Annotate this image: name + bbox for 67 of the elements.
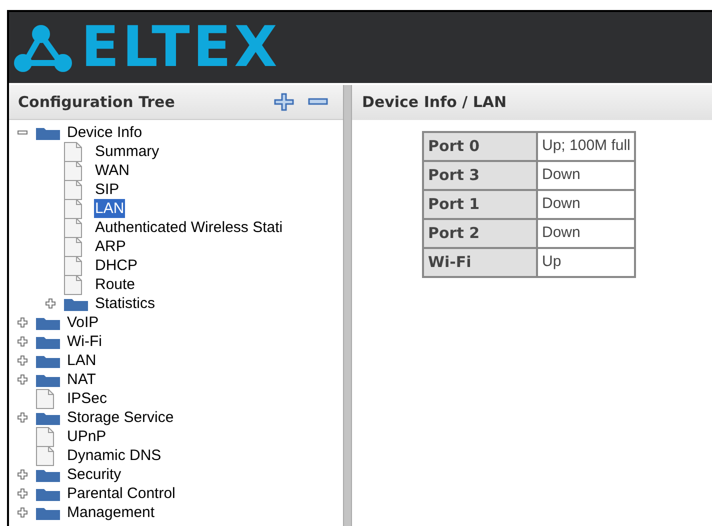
expand-icon[interactable] [17, 355, 28, 366]
tree-item[interactable]: Authenticated Wireless Stati [94, 218, 284, 237]
expand-icon[interactable] [17, 488, 28, 499]
expand-icon[interactable] [17, 507, 28, 518]
minus-icon[interactable] [308, 98, 328, 106]
folder-icon [36, 468, 60, 482]
tree-item[interactable]: Statistics [94, 294, 156, 313]
panel-title: Configuration Tree [18, 92, 176, 113]
tree-item[interactable]: Parental Control [66, 484, 176, 503]
folder-icon [36, 354, 60, 368]
tree-item[interactable]: SIP [94, 180, 120, 199]
logo-text: ELTEX [81, 20, 280, 76]
page-icon [64, 218, 82, 238]
page-icon [64, 180, 82, 200]
tree-item[interactable]: NAT [66, 370, 97, 389]
port-label: Port 1 [423, 190, 537, 219]
tree-item[interactable]: Route [94, 275, 136, 294]
port-status: Up; 100M full [537, 132, 636, 161]
tree-item[interactable]: DHCP [94, 256, 139, 275]
page-icon [36, 446, 54, 466]
folder-icon [64, 296, 88, 310]
breadcrumb: Device Info / LAN [362, 92, 507, 114]
expand-icon[interactable] [17, 317, 28, 328]
tree-item[interactable]: LAN [94, 199, 126, 218]
port-status: Up [537, 248, 636, 277]
expand-icon[interactable] [17, 336, 28, 347]
tree-item[interactable]: UPnP [66, 427, 108, 446]
tree-item[interactable]: Storage Service [66, 408, 175, 427]
port-label: Port 2 [423, 219, 537, 248]
folder-icon [36, 506, 60, 520]
folder-icon [36, 410, 60, 424]
port-status: Down [537, 219, 636, 248]
tree-item[interactable]: Management [66, 503, 156, 522]
port-label: Port 3 [423, 161, 537, 190]
page-icon [64, 256, 82, 276]
page-icon [64, 142, 82, 162]
tree-item[interactable]: Dynamic DNS [66, 446, 162, 465]
port-label: Wi-Fi [423, 248, 537, 277]
folder-icon [36, 486, 60, 500]
expand-icon[interactable] [17, 412, 28, 423]
expand-icon[interactable] [17, 374, 28, 385]
folder-icon [36, 316, 60, 330]
page-icon [64, 274, 82, 294]
tree-item[interactable]: Wi-Fi [66, 332, 103, 351]
port-status: Down [537, 190, 636, 219]
tree-item[interactable]: VoIP [66, 313, 100, 332]
tree-item[interactable]: LAN [66, 351, 98, 370]
page-icon [64, 236, 82, 256]
page-icon [64, 198, 82, 218]
page-icon [36, 388, 54, 408]
expand-icon[interactable] [17, 469, 28, 480]
tree-item[interactable]: Security [66, 465, 122, 484]
tree-item[interactable]: Summary [94, 142, 160, 161]
logo-icon [11, 22, 75, 72]
tree-item[interactable]: WAN [94, 161, 130, 180]
folder-icon [36, 372, 60, 386]
page-icon [64, 160, 82, 180]
tree-item[interactable]: IPSec [66, 389, 108, 408]
plus-icon[interactable] [274, 93, 294, 111]
port-status: Down [537, 161, 636, 190]
tree-item[interactable]: ARP [94, 237, 127, 256]
folder-icon [36, 126, 60, 140]
tree-item[interactable]: Device Info [66, 123, 144, 142]
page-icon [36, 426, 54, 446]
expand-icon[interactable] [45, 298, 56, 309]
port-label: Port 0 [423, 132, 537, 161]
folder-icon [36, 334, 60, 348]
